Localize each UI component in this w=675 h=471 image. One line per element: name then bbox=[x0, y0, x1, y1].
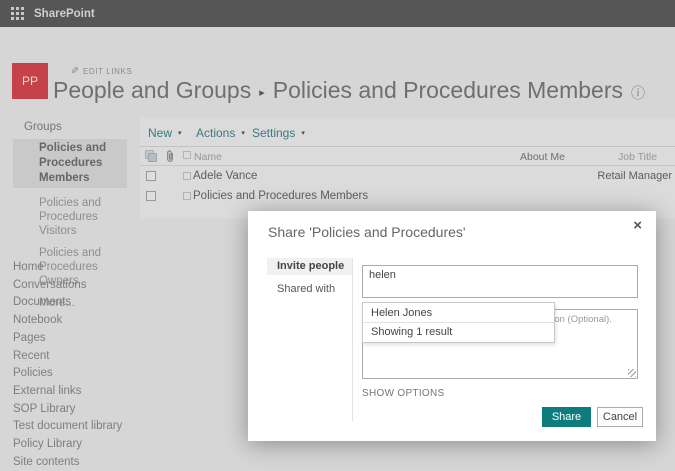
people-picker-suggestions: Helen Jones Showing 1 result bbox=[362, 302, 555, 343]
new-menu[interactable]: New ▾ bbox=[148, 126, 182, 140]
dialog-divider bbox=[352, 258, 353, 421]
chevron-down-icon: ▾ bbox=[301, 130, 305, 137]
suggestion-result-count: Showing 1 result bbox=[363, 323, 554, 342]
sidebar-item-notebook[interactable]: Notebook bbox=[13, 312, 133, 330]
sidebar-item-documents[interactable]: Documents bbox=[13, 294, 133, 312]
person-name-link[interactable]: Policies and Procedures Members bbox=[193, 190, 368, 202]
suggestion-helen-jones[interactable]: Helen Jones bbox=[363, 303, 554, 323]
sidebar-item-sop-library[interactable]: SOP Library bbox=[13, 401, 133, 419]
tab-invite-people[interactable]: Invite people bbox=[267, 258, 352, 275]
share-dialog: Share 'Policies and Procedures' × Invite… bbox=[248, 211, 656, 441]
app-name: SharePoint bbox=[34, 8, 95, 20]
sidebar-item-test-document-library[interactable]: Test document library bbox=[13, 418, 133, 436]
chevron-down-icon: ▾ bbox=[241, 130, 245, 137]
item-type-icon bbox=[145, 150, 159, 164]
pencil-icon: ✎ bbox=[70, 66, 79, 77]
resize-grip[interactable] bbox=[628, 369, 636, 377]
actions-menu-label: Actions bbox=[196, 126, 235, 140]
chevron-down-icon: ▾ bbox=[178, 130, 182, 137]
column-header-about-me[interactable]: About Me bbox=[520, 151, 565, 163]
table-row: Adele Vance Retail Manager bbox=[140, 166, 675, 186]
sidebar-nav: Home Conversations Documents Notebook Pa… bbox=[13, 259, 133, 471]
show-options-link[interactable]: SHOW OPTIONS bbox=[362, 388, 445, 399]
app-launcher-icon[interactable] bbox=[11, 7, 24, 20]
invite-people-input[interactable] bbox=[362, 265, 638, 298]
site-logo-text: PP bbox=[22, 74, 38, 88]
row-checkbox[interactable] bbox=[146, 191, 156, 201]
info-icon[interactable]: ⓘ bbox=[631, 79, 645, 103]
row-presence-checkbox[interactable] bbox=[183, 192, 191, 200]
tab-label: Invite people bbox=[277, 260, 344, 272]
row-presence-checkbox[interactable] bbox=[183, 172, 191, 180]
settings-menu[interactable]: Settings ▾ bbox=[252, 126, 305, 140]
person-name-link[interactable]: Adele Vance bbox=[193, 170, 257, 182]
cancel-button[interactable]: Cancel bbox=[597, 407, 643, 427]
page-title: Policies and Procedures Members bbox=[273, 77, 623, 104]
sidebar-item-policies-members[interactable]: Policies and Procedures Members bbox=[13, 139, 127, 188]
sidebar-item-policy-library[interactable]: Policy Library bbox=[13, 436, 133, 454]
sidebar-item-policies[interactable]: Policies bbox=[13, 365, 133, 383]
sidebar-item-policies-visitors[interactable]: Policies and Procedures Visitors bbox=[39, 196, 125, 238]
people-list: New ▾ Actions ▾ Settings ▾ Name About Me Jo… bbox=[140, 118, 675, 218]
job-title-cell: Retail Manager bbox=[597, 170, 672, 182]
dialog-title: Share 'Policies and Procedures' bbox=[268, 224, 466, 240]
column-header-name[interactable]: Name bbox=[194, 151, 222, 163]
suite-bar: SharePoint bbox=[0, 0, 675, 27]
column-header-job-title[interactable]: Job Title bbox=[618, 151, 657, 163]
new-menu-label: New bbox=[148, 126, 172, 140]
sidebar-item-conversations[interactable]: Conversations bbox=[13, 277, 133, 295]
settings-menu-label: Settings bbox=[252, 126, 295, 140]
sidebar-item-label: Policies and Procedures Members bbox=[39, 141, 123, 186]
close-icon[interactable]: × bbox=[633, 217, 642, 234]
row-checkbox[interactable] bbox=[146, 171, 156, 181]
table-row: Policies and Procedures Members bbox=[140, 186, 675, 206]
sidebar-item-external-links[interactable]: External links bbox=[13, 383, 133, 401]
actions-menu[interactable]: Actions ▾ bbox=[196, 126, 245, 140]
table-header-row: Name About Me Job Title bbox=[140, 147, 675, 166]
site-logo: PP bbox=[12, 63, 48, 99]
sidebar-item-pages[interactable]: Pages bbox=[13, 330, 133, 348]
list-toolbar: New ▾ Actions ▾ Settings ▾ bbox=[140, 118, 675, 147]
tab-shared-with[interactable]: Shared with bbox=[277, 283, 335, 295]
breadcrumb: People and Groups ▸ Policies and Procedu… bbox=[53, 77, 645, 104]
share-button[interactable]: Share bbox=[542, 407, 591, 427]
breadcrumb-parent-link[interactable]: People and Groups bbox=[53, 77, 251, 104]
sidebar-groups-heading: Groups bbox=[24, 121, 62, 133]
sidebar-item-site-contents[interactable]: Site contents bbox=[13, 454, 133, 471]
select-all-checkbox[interactable] bbox=[183, 151, 191, 159]
edit-links-label: EDIT LINKS bbox=[83, 67, 132, 76]
sidebar-item-recent[interactable]: Recent bbox=[13, 348, 133, 366]
breadcrumb-separator-icon: ▸ bbox=[259, 82, 265, 99]
sidebar-item-home[interactable]: Home bbox=[13, 259, 133, 277]
edit-links-button[interactable]: ✎ EDIT LINKS bbox=[70, 66, 132, 77]
